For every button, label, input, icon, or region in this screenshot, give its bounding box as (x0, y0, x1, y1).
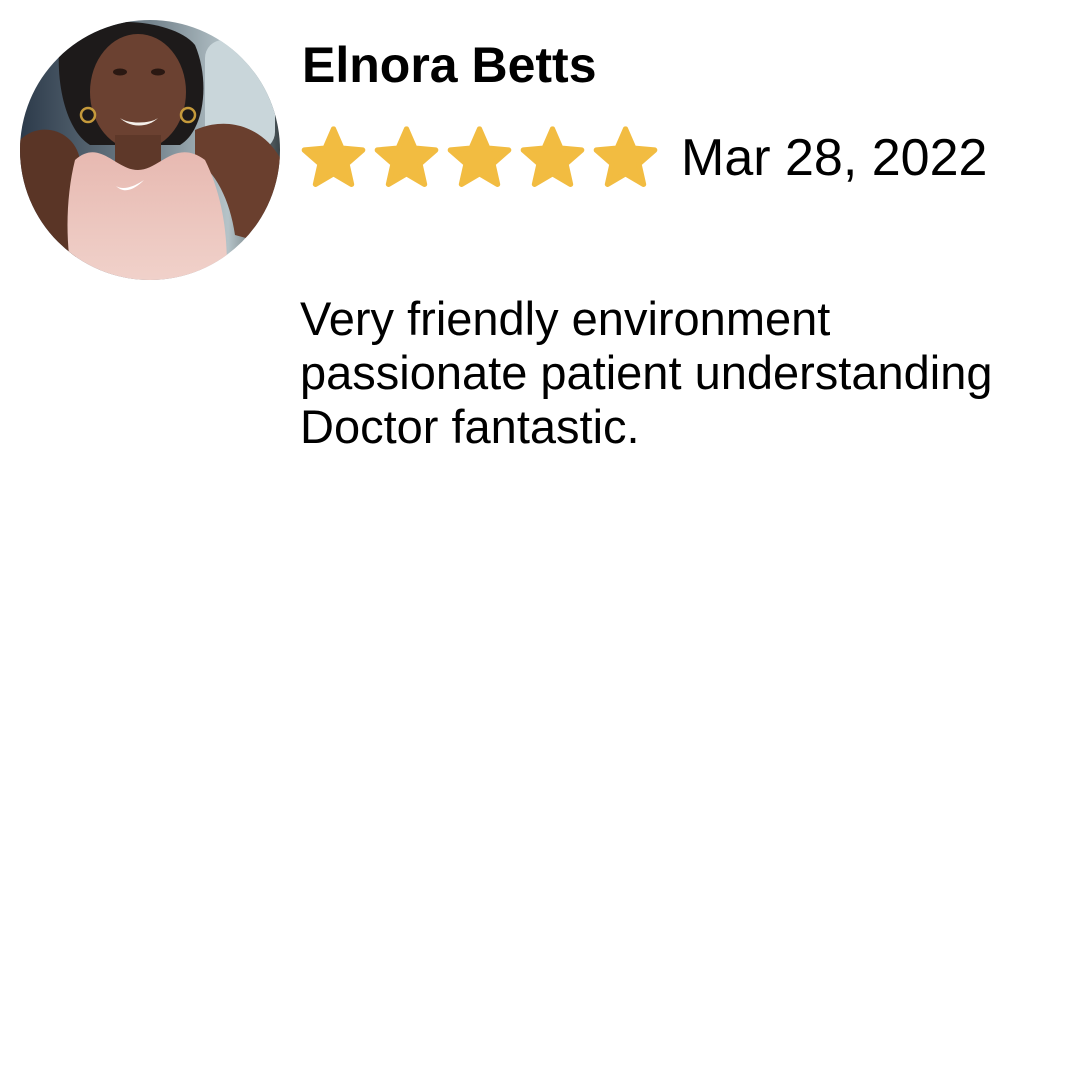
star-icon (520, 125, 585, 187)
review-card: Elnora Betts Mar 28, 2022 Very friendly … (0, 0, 1080, 1080)
star-icon (301, 125, 366, 187)
star-icon (374, 125, 439, 187)
star-rating (300, 125, 659, 192)
star-icon (593, 125, 658, 187)
reviewer-avatar (20, 20, 280, 280)
star-icon (447, 125, 512, 187)
rating-row: Mar 28, 2022 (300, 120, 987, 196)
reviewer-name: Elnora Betts (302, 37, 597, 93)
reviewer-photo (20, 20, 280, 280)
review-date: Mar 28, 2022 (681, 129, 988, 187)
review-text: Very friendly environment passionate pat… (300, 292, 993, 453)
